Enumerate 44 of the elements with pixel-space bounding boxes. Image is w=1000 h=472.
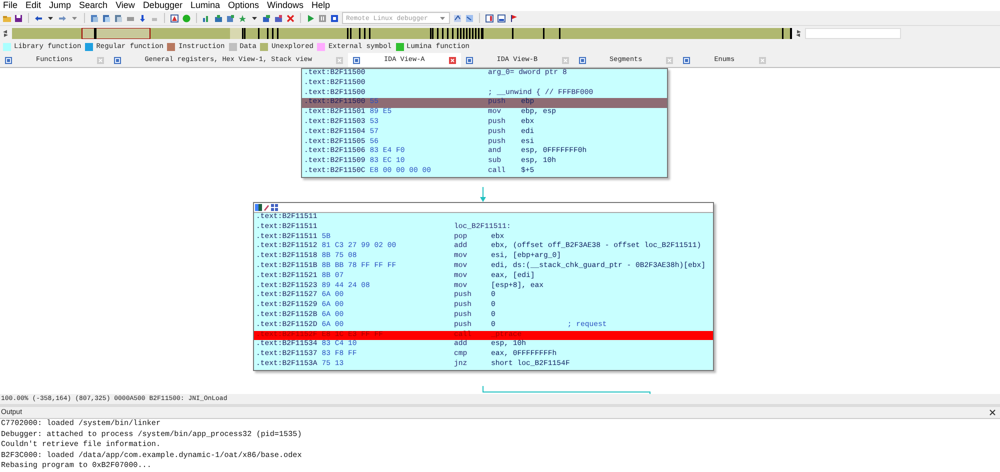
chart-icon[interactable] (202, 14, 211, 22)
edge-arrow (480, 186, 486, 202)
window-icon (683, 56, 690, 64)
menu-item[interactable]: Search (77, 0, 114, 11)
pause-icon[interactable] (318, 14, 327, 22)
window-icon (352, 56, 360, 64)
graph-window-icon[interactable] (170, 14, 179, 22)
pencil-icon[interactable] (263, 204, 270, 211)
menu-item[interactable]: Help (310, 0, 336, 11)
arrows-icon[interactable] (2, 30, 9, 36)
stop-icon[interactable] (330, 14, 339, 22)
open-folder-icon[interactable] (2, 14, 11, 22)
menu-item[interactable]: View (114, 0, 141, 11)
grid-icon[interactable] (271, 204, 278, 211)
window-icon (5, 56, 12, 64)
play-icon[interactable] (306, 14, 315, 22)
forward-arrow-icon[interactable] (58, 14, 67, 22)
caret-icon (439, 14, 446, 22)
panel-icon[interactable] (497, 14, 506, 22)
chart-icon[interactable] (274, 14, 283, 22)
panel-icon[interactable] (485, 14, 494, 22)
save-icon[interactable] (14, 14, 23, 22)
window-icon (466, 56, 473, 64)
chart-icon[interactable] (262, 14, 271, 22)
close-icon[interactable] (989, 409, 996, 416)
window-icon (578, 56, 586, 64)
chart-icon[interactable] (226, 14, 235, 22)
menu-item[interactable]: Edit (24, 0, 48, 11)
menu-item[interactable]: Lumina (188, 0, 226, 11)
arrows-icon[interactable] (795, 30, 802, 36)
star-icon[interactable] (238, 14, 247, 22)
chart-icon[interactable] (214, 14, 223, 22)
window-icon (114, 56, 121, 64)
menu-item[interactable]: Windows (265, 0, 310, 11)
menu-item[interactable]: Options (226, 0, 266, 11)
back-arrow-icon[interactable] (34, 14, 43, 22)
flag-icon[interactable] (509, 14, 518, 22)
menu-item[interactable]: Debugger (140, 0, 188, 11)
menu-item[interactable]: File (1, 0, 24, 11)
color-icon[interactable] (255, 204, 262, 211)
down-arrow-icon[interactable] (138, 14, 147, 22)
menu-item[interactable]: Jump (47, 0, 78, 11)
address-input-field[interactable] (805, 28, 901, 38)
circle-icon[interactable] (182, 14, 191, 22)
